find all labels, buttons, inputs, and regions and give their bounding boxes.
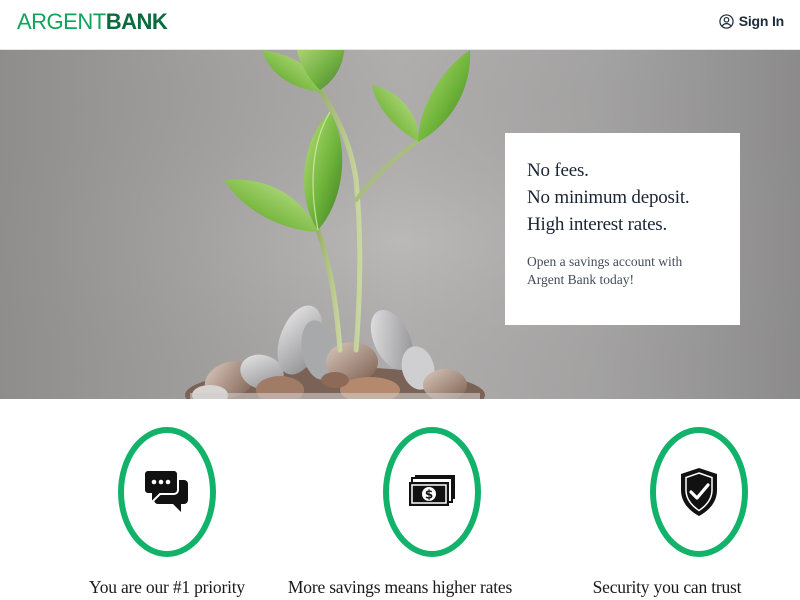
feature-title: More savings means higher rates <box>287 577 513 597</box>
feature-title: You are our #1 priority <box>89 577 245 597</box>
sign-in-link[interactable]: Sign In <box>719 11 784 31</box>
feature-icon-ring <box>118 427 216 557</box>
user-circle-icon <box>719 13 734 29</box>
feature-icon-ring: $ <box>383 427 481 557</box>
promo-headline-2: No minimum deposit. <box>527 187 690 208</box>
promo-headline-3: High interest rates. <box>527 214 668 235</box>
promo-headline-1: No fees. <box>527 160 589 181</box>
promo-subtext: Open a savings account with Argent Bank … <box>527 254 683 287</box>
logo-text-bank: BANK <box>105 9 168 34</box>
feature-icon-ring <box>650 427 748 557</box>
feature-title: Security you can trust <box>592 577 742 597</box>
sign-in-label: Sign In <box>738 13 784 29</box>
promo-card: No fees. No minimum deposit. High intere… <box>505 133 740 325</box>
site-header: ARGENTBANK Sign In <box>0 0 800 50</box>
svg-text:$: $ <box>425 488 433 502</box>
argent-bank-logo[interactable]: ARGENTBANK <box>17 9 168 35</box>
logo-text-argent: ARGENT <box>17 9 106 34</box>
hero-banner: No fees. No minimum deposit. High intere… <box>0 50 800 399</box>
features-section: You are our #1 priority $ More savings m… <box>0 399 800 600</box>
